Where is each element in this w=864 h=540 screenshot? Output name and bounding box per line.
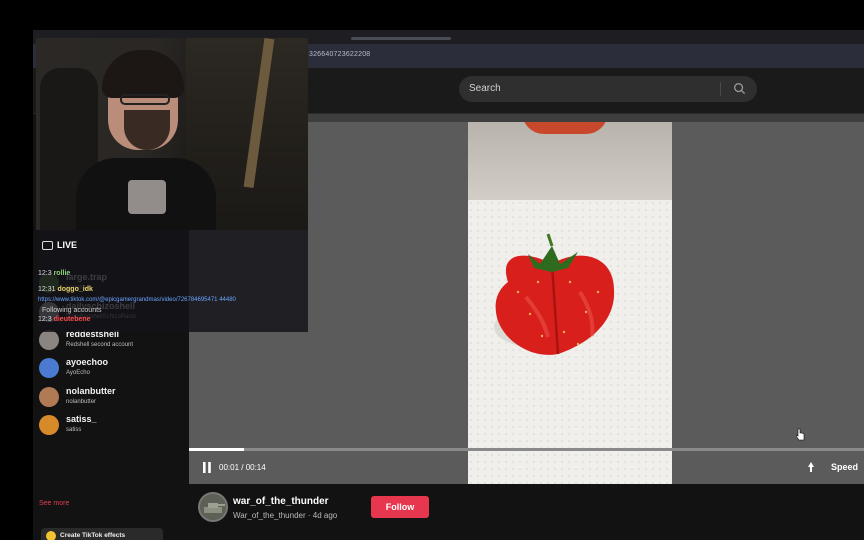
chat-message: 12:3 rollie	[38, 270, 70, 277]
author-subtitle: War_of_the_thunder · 4d ago	[233, 511, 338, 520]
search-input[interactable]: Search	[469, 83, 501, 94]
chat-overlay: LIVE 12:3 rollie 12:31 doggo_idk https:/…	[36, 230, 308, 332]
speed-icon[interactable]	[805, 461, 817, 473]
search-divider	[720, 82, 721, 96]
mouse-cursor-icon	[796, 428, 805, 441]
tank-avatar-icon	[204, 503, 225, 513]
chat-message: 12:31 doggo_idk	[38, 286, 93, 293]
follow-button[interactable]: Follow	[371, 496, 429, 518]
chat-username: dieutebene	[53, 316, 91, 323]
account-subtitle: nolanbutter	[66, 399, 97, 405]
webcam-overlay	[36, 38, 308, 230]
webcam-person-glasses	[120, 94, 170, 105]
effects-label: Create TikTok effects	[60, 532, 126, 539]
following-accounts-label: Following accounts	[42, 307, 102, 314]
live-label: LIVE	[57, 240, 78, 250]
video-time: 00:01 / 00:14	[219, 463, 266, 472]
account-name: ayoechoo	[66, 357, 109, 367]
avatar	[39, 358, 59, 378]
see-more-link[interactable]: See more	[39, 500, 69, 507]
chat-message: 12:3 dieutebene	[38, 316, 91, 323]
video-info-bar: war_of_the_thunder War_of_the_thunder · …	[189, 484, 864, 540]
chat-username: rollie	[53, 270, 71, 277]
search-icon[interactable]	[733, 82, 746, 95]
webcam-person-hair	[102, 50, 184, 98]
avatar	[39, 387, 59, 407]
author-avatar[interactable]	[198, 492, 228, 522]
account-name: nolanbutter	[66, 386, 116, 396]
chat-time: 12:3	[38, 316, 52, 323]
search-bar[interactable]: Search	[459, 76, 757, 102]
author-name[interactable]: war_of_the_thunder	[233, 496, 329, 507]
strawberry-image	[494, 233, 615, 355]
active-tab-indicator[interactable]	[351, 37, 451, 40]
sidebar-account-item[interactable]: nolanbutter nolanbutter	[39, 385, 189, 411]
pause-icon[interactable]	[202, 462, 212, 473]
video-player[interactable]	[468, 122, 672, 484]
avatar	[39, 330, 59, 350]
url-text[interactable]: 326640723622208	[309, 51, 370, 58]
effects-icon	[46, 531, 56, 540]
webcam-shirt-print	[128, 180, 166, 214]
video-controls: 00:01 / 00:14 Speed	[189, 448, 864, 484]
chat-username: doggo_idk	[57, 286, 93, 293]
live-indicator: LIVE	[42, 240, 102, 252]
chat-link[interactable]: https://www.tiktok.com/@epicgamergrandma…	[38, 297, 236, 303]
chat-time: 12:31	[38, 286, 56, 293]
avatar	[39, 415, 59, 435]
sidebar-account-item[interactable]: ayoechoo AyoEcho	[39, 356, 189, 382]
sidebar-account-item[interactable]: satiss_satiss	[39, 413, 189, 439]
live-icon	[42, 241, 53, 250]
speed-button[interactable]: Speed	[831, 462, 858, 472]
account-subtitle: AyoEcho	[66, 370, 90, 376]
account-name: satiss_	[66, 414, 97, 424]
account-subtitle: satiss	[66, 427, 82, 433]
account-subtitle: Redshell second account	[66, 342, 134, 348]
create-effects-button[interactable]: Create TikTok effects	[41, 528, 163, 540]
chat-time: 12:3	[38, 270, 52, 277]
